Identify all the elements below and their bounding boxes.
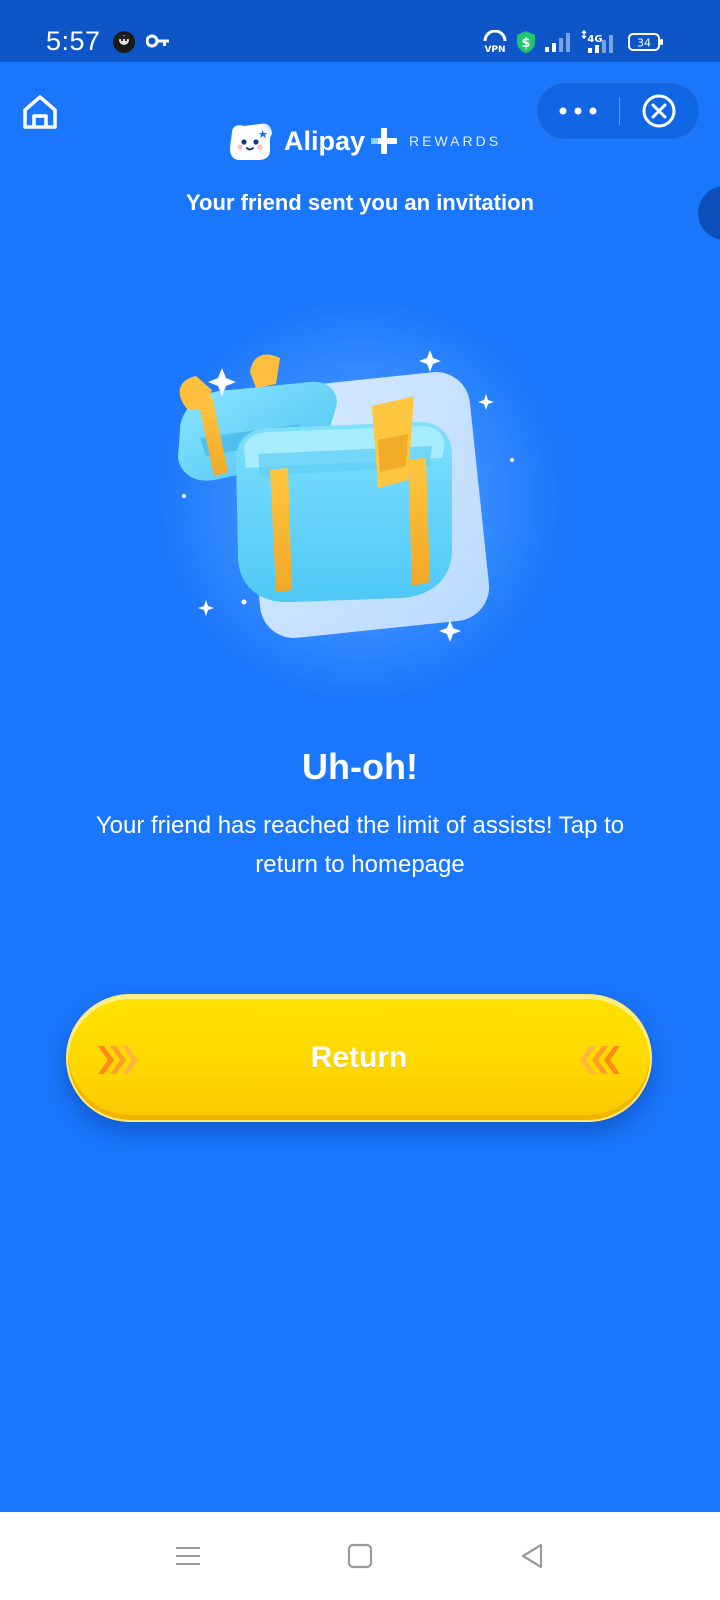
signal-icon [545, 33, 570, 52]
square-icon [347, 1543, 373, 1569]
nav-back-button[interactable] [508, 1532, 556, 1580]
menu-icon [176, 1547, 200, 1565]
avatar-icon [113, 31, 135, 53]
gift-illustration [140, 290, 580, 710]
mascot-icon [230, 123, 272, 160]
money-shield-icon: $ [517, 31, 535, 53]
return-button[interactable]: Return [66, 994, 652, 1122]
brand-suffix: REWARDS [409, 133, 502, 149]
close-circle-icon [642, 94, 676, 128]
svg-text:$: $ [521, 36, 530, 51]
gift-box-icon [178, 350, 514, 642]
nav-home-button[interactable] [336, 1532, 384, 1580]
close-button[interactable] [620, 82, 700, 140]
home-button[interactable] [20, 92, 60, 132]
more-button[interactable] [537, 82, 619, 140]
mini-app-capsule [536, 82, 700, 140]
nav-menu-button[interactable] [164, 1532, 212, 1580]
result-title: Uh-oh! [302, 746, 418, 787]
svg-text:VPN: VPN [484, 45, 505, 54]
result-message: Your friend has reached the limit of ass… [95, 812, 625, 878]
brand-logo: Alipay REWARDS [226, 118, 501, 164]
chevrons-right-icon [98, 1046, 138, 1074]
brand-name: Alipay [284, 125, 366, 156]
plus-icon [371, 128, 398, 154]
back-triangle-icon [521, 1543, 543, 1569]
battery-icon: 34 [628, 33, 663, 51]
status-right: VPN $ 4G 34 [482, 30, 664, 54]
home-icon [23, 95, 57, 129]
invitation-subtitle: Your friend sent you an invitation [186, 190, 534, 215]
return-label: Return [310, 1041, 408, 1074]
chevrons-left-icon [580, 1046, 620, 1074]
network-type: 4G [587, 34, 602, 45]
key-icon [146, 34, 169, 48]
status-bar: 5:57 VPN $ 4G 34 [0, 0, 720, 62]
more-icon [559, 107, 597, 115]
system-nav-bar [0, 1512, 720, 1600]
signal-4g-icon: 4G [581, 30, 613, 53]
vpn-icon: VPN [483, 30, 507, 54]
battery-level: 34 [637, 37, 651, 50]
status-time: 5:57 [46, 26, 101, 56]
